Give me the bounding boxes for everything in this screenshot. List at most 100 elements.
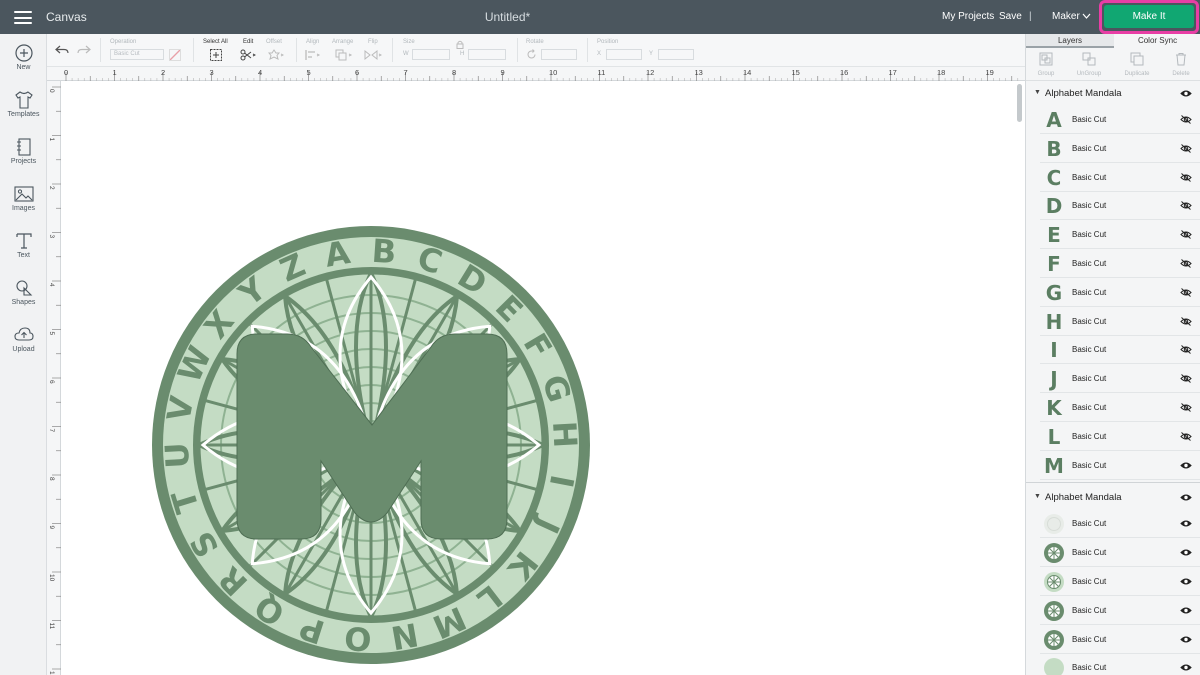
eye-hidden-icon[interactable] [1180,374,1192,384]
layer-thumbnail: I [1050,338,1058,363]
caret-down-icon[interactable]: ▼ [1034,493,1041,500]
eye-hidden-icon[interactable] [1180,316,1192,326]
design-canvas[interactable]: ABCDEFGHIJKLMNOPQRSTUVWXYZ [61,81,1015,675]
ruler-tick-label: 5 [48,332,55,336]
eye-icon[interactable] [1180,635,1192,644]
eye-hidden-icon[interactable] [1180,287,1192,297]
layer-group-header[interactable]: ▼ Alphabet Mandala [1026,82,1200,106]
edit-label: Edit [243,39,254,45]
layer-row[interactable]: G Basic Cut [1040,278,1200,307]
layer-row[interactable]: Basic Cut [1040,625,1200,654]
eye-icon[interactable] [1180,606,1192,615]
layer-row[interactable]: L Basic Cut [1040,422,1200,451]
document-title[interactable]: Untitled* [0,10,1015,24]
ungroup-button[interactable]: UnGroup [1071,52,1107,77]
sidebar-item-projects[interactable]: Projects [0,138,47,182]
ruler-tick-label: 2 [161,68,165,77]
eye-icon[interactable] [1180,519,1192,528]
operation-select[interactable]: Basic Cut [110,49,164,60]
undo-icon[interactable] [55,44,69,56]
duplicate-button[interactable]: Duplicate [1119,52,1155,77]
layer-row[interactable]: Basic Cut [1040,510,1200,539]
sidebar-item-new[interactable]: New [0,44,47,88]
sidebar-item-text[interactable]: Text [0,232,47,276]
layer-row[interactable]: E Basic Cut [1040,221,1200,250]
eye-hidden-icon[interactable] [1180,345,1192,355]
chevron-down-icon[interactable] [1082,13,1091,20]
flip-icon[interactable] [364,49,382,61]
layer-row[interactable]: Basic Cut [1040,654,1200,675]
eye-icon[interactable] [1180,663,1192,672]
layer-group-header[interactable]: ▼ Alphabet Mandala [1026,486,1200,510]
arrange-icon[interactable] [335,49,353,61]
edit-scissors-icon[interactable] [240,49,256,61]
layer-row[interactable]: D Basic Cut [1040,192,1200,221]
x-label: X [597,51,602,57]
layer-name: Basic Cut [1072,634,1107,644]
machine-select[interactable]: Maker [1052,11,1080,22]
eye-hidden-icon[interactable] [1180,403,1192,412]
sidebar-item-templates[interactable]: Templates [0,91,47,135]
make-it-button[interactable]: Make It [1104,5,1194,28]
caret-down-icon[interactable]: ▼ [1034,89,1041,96]
ruler-tick-label: 13 [695,68,703,77]
sidebar-item-images[interactable]: Images [0,185,47,229]
layer-row[interactable]: M Basic Cut [1040,451,1200,480]
top-bar: Canvas Untitled* My Projects Save | Make… [0,0,1200,34]
ruler-tick-label: 10 [549,68,557,77]
eye-hidden-icon[interactable] [1180,172,1192,182]
group-button[interactable]: Group [1028,52,1064,77]
canvas-scrollbar[interactable] [1017,84,1022,122]
linetype-color-icon[interactable] [169,49,181,61]
layer-row[interactable]: Basic Cut [1040,568,1200,596]
eye-icon[interactable] [1180,461,1192,470]
eye-hidden-icon[interactable] [1180,431,1192,441]
eye-icon[interactable] [1180,548,1192,557]
x-position-input[interactable] [606,49,642,60]
height-label: H [460,51,465,57]
save-link[interactable]: Save [999,11,1022,22]
select-all-icon[interactable] [210,49,222,61]
eye-hidden-icon[interactable] [1180,115,1192,124]
ruler-tick-label: 14 [743,68,751,77]
rotate-input[interactable] [541,49,577,60]
my-projects-link[interactable]: My Projects [942,11,994,22]
layer-row[interactable]: C Basic Cut [1040,163,1200,192]
alphabet-mandala-design[interactable]: A B C DEFGHIJKLMNOPQRSTUVWXYZ [61,81,1015,675]
layer-row[interactable]: A Basic Cut [1040,106,1200,134]
sidebar-label: Text [17,252,30,259]
eye-hidden-icon[interactable] [1180,143,1192,153]
sidebar-item-upload[interactable]: Upload [0,326,47,370]
layer-tools: Group UnGroup Duplicate Delete [1026,48,1200,81]
left-sidebar: New Templates Projects Images Text Shape… [0,34,47,675]
delete-button[interactable]: Delete [1163,52,1199,77]
mandala-thumbnail-icon [1044,600,1064,621]
layer-row[interactable]: F Basic Cut [1040,250,1200,278]
eye-hidden-icon[interactable] [1180,259,1192,268]
y-position-input[interactable] [658,49,694,60]
align-icon[interactable] [305,49,321,61]
tab-layers[interactable]: Layers [1026,34,1114,48]
eye-icon[interactable] [1180,577,1192,586]
width-input[interactable] [412,49,450,60]
panel-tabs: Layers Color Sync [1026,34,1200,48]
layer-row[interactable]: H Basic Cut [1040,307,1200,336]
layer-row[interactable]: K Basic Cut [1040,394,1200,422]
sidebar-item-shapes[interactable]: Shapes [0,279,47,323]
eye-icon[interactable] [1180,89,1192,98]
ungroup-icon [1082,52,1096,66]
layer-row[interactable]: I Basic Cut [1040,336,1200,365]
offset-icon[interactable] [268,49,284,61]
tab-color-sync[interactable]: Color Sync [1114,34,1200,48]
layer-row[interactable]: J Basic Cut [1040,365,1200,394]
lock-icon[interactable] [456,40,464,49]
layer-row[interactable]: Basic Cut [1040,596,1200,625]
redo-icon[interactable] [77,44,91,56]
eye-hidden-icon[interactable] [1180,230,1192,240]
eye-icon[interactable] [1180,493,1192,502]
layer-row[interactable]: B Basic Cut [1040,134,1200,163]
ruler-tick-label: 9 [48,526,55,530]
layer-row[interactable]: Basic Cut [1040,539,1200,568]
height-input[interactable] [468,49,506,60]
eye-hidden-icon[interactable] [1180,201,1192,211]
